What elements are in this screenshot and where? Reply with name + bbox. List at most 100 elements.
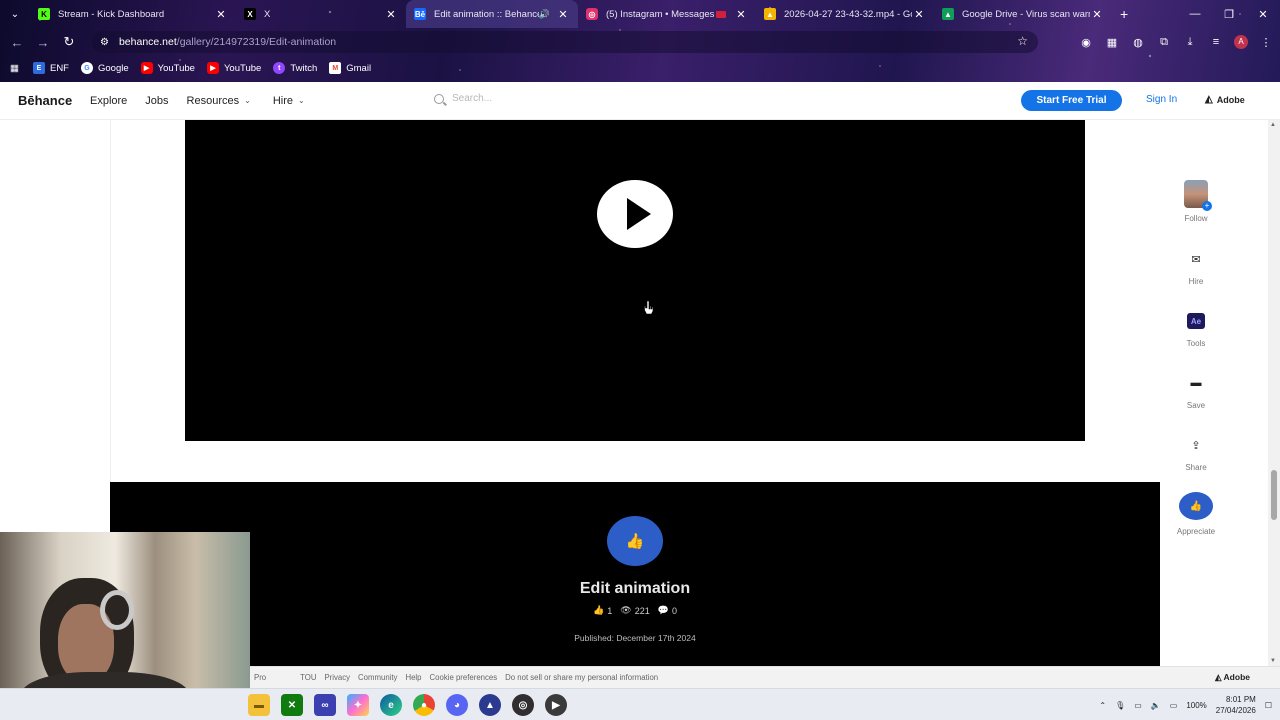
minimize-icon[interactable]: —: [1178, 0, 1212, 28]
menu-kebab-icon[interactable]: ⋮: [1258, 36, 1274, 49]
tab-x[interactable]: X X ✕: [236, 0, 406, 28]
read-aloud-icon[interactable]: ◉: [1078, 36, 1094, 49]
windows-taskbar: ▬ ✕ ∞ ✦ e ● ◕ ▲ ◎ ▶ ⌃ 🎙 ▭ 🔈 ▭ 100% 8:01 …: [0, 688, 1280, 720]
edge-icon[interactable]: e: [380, 694, 402, 716]
tab-instagram[interactable]: ◎ (5) Instagram • Messages ✕: [578, 0, 756, 28]
close-window-icon[interactable]: ✕: [1246, 0, 1280, 28]
footer-link-pro[interactable]: Pro: [254, 673, 266, 682]
extension-icon[interactable]: ◍: [1130, 36, 1146, 49]
reload-icon[interactable]: ↻: [56, 28, 82, 56]
bookmark-enf[interactable]: E ENF: [32, 62, 69, 74]
follow-label: Follow: [1184, 214, 1208, 223]
tools-action[interactable]: Ae Tools: [1170, 310, 1222, 348]
display-icon[interactable]: ▭: [1134, 701, 1142, 710]
save-action[interactable]: ▬ Save: [1170, 372, 1222, 410]
footer-link-help[interactable]: Help: [405, 673, 421, 682]
hire-action[interactable]: ✉ Hire: [1170, 248, 1222, 287]
adobe-icon: ◭: [1214, 672, 1224, 682]
scroll-down-icon[interactable]: ▼: [1270, 658, 1276, 664]
scroll-up-icon[interactable]: ▲: [1270, 122, 1276, 128]
media-player-icon[interactable]: ▶: [545, 694, 567, 716]
footer-link-cookies[interactable]: Cookie preferences: [430, 673, 498, 682]
video-player[interactable]: [185, 120, 1085, 441]
envelope-icon: ✉: [1191, 253, 1201, 266]
close-icon[interactable]: ✕: [556, 8, 570, 21]
microphone-icon[interactable]: 🎙: [1115, 701, 1125, 710]
share-action[interactable]: ⇪ Share: [1170, 434, 1222, 473]
footer-link-community[interactable]: Community: [358, 673, 397, 682]
enf-icon: E: [32, 62, 45, 74]
extension-icon[interactable]: ▦: [1104, 36, 1120, 49]
chevron-up-icon[interactable]: ⌃: [1099, 701, 1106, 710]
search-input[interactable]: Search...: [434, 93, 492, 104]
nav-hire[interactable]: Hire ⌄: [273, 95, 305, 107]
audio-playing-icon[interactable]: 🔊: [539, 9, 550, 20]
footer-link-privacy[interactable]: Privacy: [324, 673, 350, 682]
close-icon[interactable]: ✕: [734, 8, 748, 21]
battery-icon[interactable]: ▭: [1170, 701, 1178, 710]
avatar[interactable]: +: [1184, 180, 1212, 211]
copilot-icon[interactable]: ✦: [347, 694, 369, 716]
adobe-link[interactable]: ◭ Adobe: [1205, 94, 1245, 105]
nav-jobs[interactable]: Jobs: [145, 95, 168, 107]
behance-logo[interactable]: Bēhance: [18, 93, 90, 108]
obs-icon[interactable]: ◎: [512, 694, 534, 716]
close-icon[interactable]: ✕: [1090, 8, 1104, 21]
footer-link-tou[interactable]: TOU: [300, 673, 316, 682]
page-scrollbar[interactable]: ▲ ▼: [1268, 120, 1280, 666]
x-icon: X: [244, 8, 256, 20]
forward-icon[interactable]: →: [30, 28, 56, 56]
visual-studio-icon[interactable]: ∞: [314, 694, 336, 716]
follow-action[interactable]: + Follow: [1170, 180, 1222, 223]
close-icon[interactable]: ✕: [912, 8, 926, 21]
profile-avatar[interactable]: A: [1234, 35, 1248, 49]
clock[interactable]: 8:01 PM 27/04/2026: [1216, 694, 1256, 716]
discord-icon[interactable]: ◕: [446, 694, 468, 716]
notifications-icon[interactable]: ☐: [1265, 701, 1272, 710]
bookmark-star-icon[interactable]: ☆: [1017, 34, 1028, 48]
bookmark-gmail[interactable]: M Gmail: [329, 62, 371, 74]
address-bar[interactable]: ⚙ behance.net/gallery/214972319/Edit-ani…: [92, 31, 1038, 53]
bookmark-youtube[interactable]: ▶ YouTube: [140, 62, 195, 74]
footer-link-do-not-sell[interactable]: Do not sell or share my personal informa…: [505, 673, 658, 682]
site-info-icon[interactable]: ⚙: [100, 37, 109, 48]
media-control-icon[interactable]: ≡: [1208, 36, 1224, 48]
thumbs-up-icon: 👍: [1179, 492, 1213, 520]
volume-icon[interactable]: 🔈: [1151, 701, 1161, 710]
close-icon[interactable]: ✕: [214, 8, 228, 21]
behance-header: Bēhance Explore Jobs Resources ⌄ Hire ⌄ Se…: [0, 82, 1280, 120]
kick-icon: K: [38, 8, 50, 20]
extensions-puzzle-icon[interactable]: ⧉: [1156, 36, 1172, 49]
file-explorer-icon[interactable]: ▬: [248, 694, 270, 716]
tab-search-chevron-icon[interactable]: ⌄: [0, 0, 30, 28]
footer-adobe-link[interactable]: ◭ Adobe: [1215, 672, 1250, 683]
recording-icon: [716, 10, 726, 18]
appreciations-count: 👍 1: [593, 605, 613, 616]
new-tab-icon[interactable]: +: [1120, 6, 1128, 22]
back-icon[interactable]: ←: [4, 28, 30, 56]
nav-explore[interactable]: Explore: [90, 95, 127, 107]
bookmark-youtube[interactable]: ▶ YouTube: [206, 62, 261, 74]
taskbar-apps: ▬ ✕ ∞ ✦ e ● ◕ ▲ ◎ ▶: [248, 694, 567, 716]
play-icon[interactable]: [597, 180, 673, 248]
tab-drive-video[interactable]: ▲ 2026-04-27 23-43-32.mp4 - Go ✕: [756, 0, 934, 28]
nav-resources[interactable]: Resources ⌄: [187, 95, 251, 107]
tab-behance[interactable]: Bē Edit animation :: Behance 🔊 ✕: [406, 0, 578, 28]
scrollbar-thumb[interactable]: [1271, 470, 1277, 520]
bookmark-google[interactable]: G Google: [80, 62, 129, 74]
bookmark-twitch[interactable]: t Twitch: [273, 62, 317, 74]
start-free-trial-button[interactable]: Start Free Trial: [1021, 90, 1122, 111]
download-icon[interactable]: ⤓: [1182, 36, 1198, 49]
site-footer: Pro TOU Privacy Community Help Cookie pr…: [250, 666, 1280, 688]
tab-kick[interactable]: K Stream - Kick Dashboard ✕: [30, 0, 236, 28]
close-icon[interactable]: ✕: [384, 8, 398, 21]
sign-in-link[interactable]: Sign In: [1146, 94, 1177, 105]
maximize-icon[interactable]: ❐: [1212, 0, 1246, 28]
xbox-icon[interactable]: ✕: [281, 694, 303, 716]
appreciate-action[interactable]: 👍 Appreciate: [1170, 492, 1222, 536]
app-icon[interactable]: ▲: [479, 694, 501, 716]
chrome-icon[interactable]: ●: [413, 694, 435, 716]
appreciate-button[interactable]: 👍: [607, 516, 663, 566]
apps-grid-icon[interactable]: ▦: [10, 63, 19, 74]
tab-drive-warning[interactable]: ▲ Google Drive - Virus scan warn ✕: [934, 0, 1112, 28]
